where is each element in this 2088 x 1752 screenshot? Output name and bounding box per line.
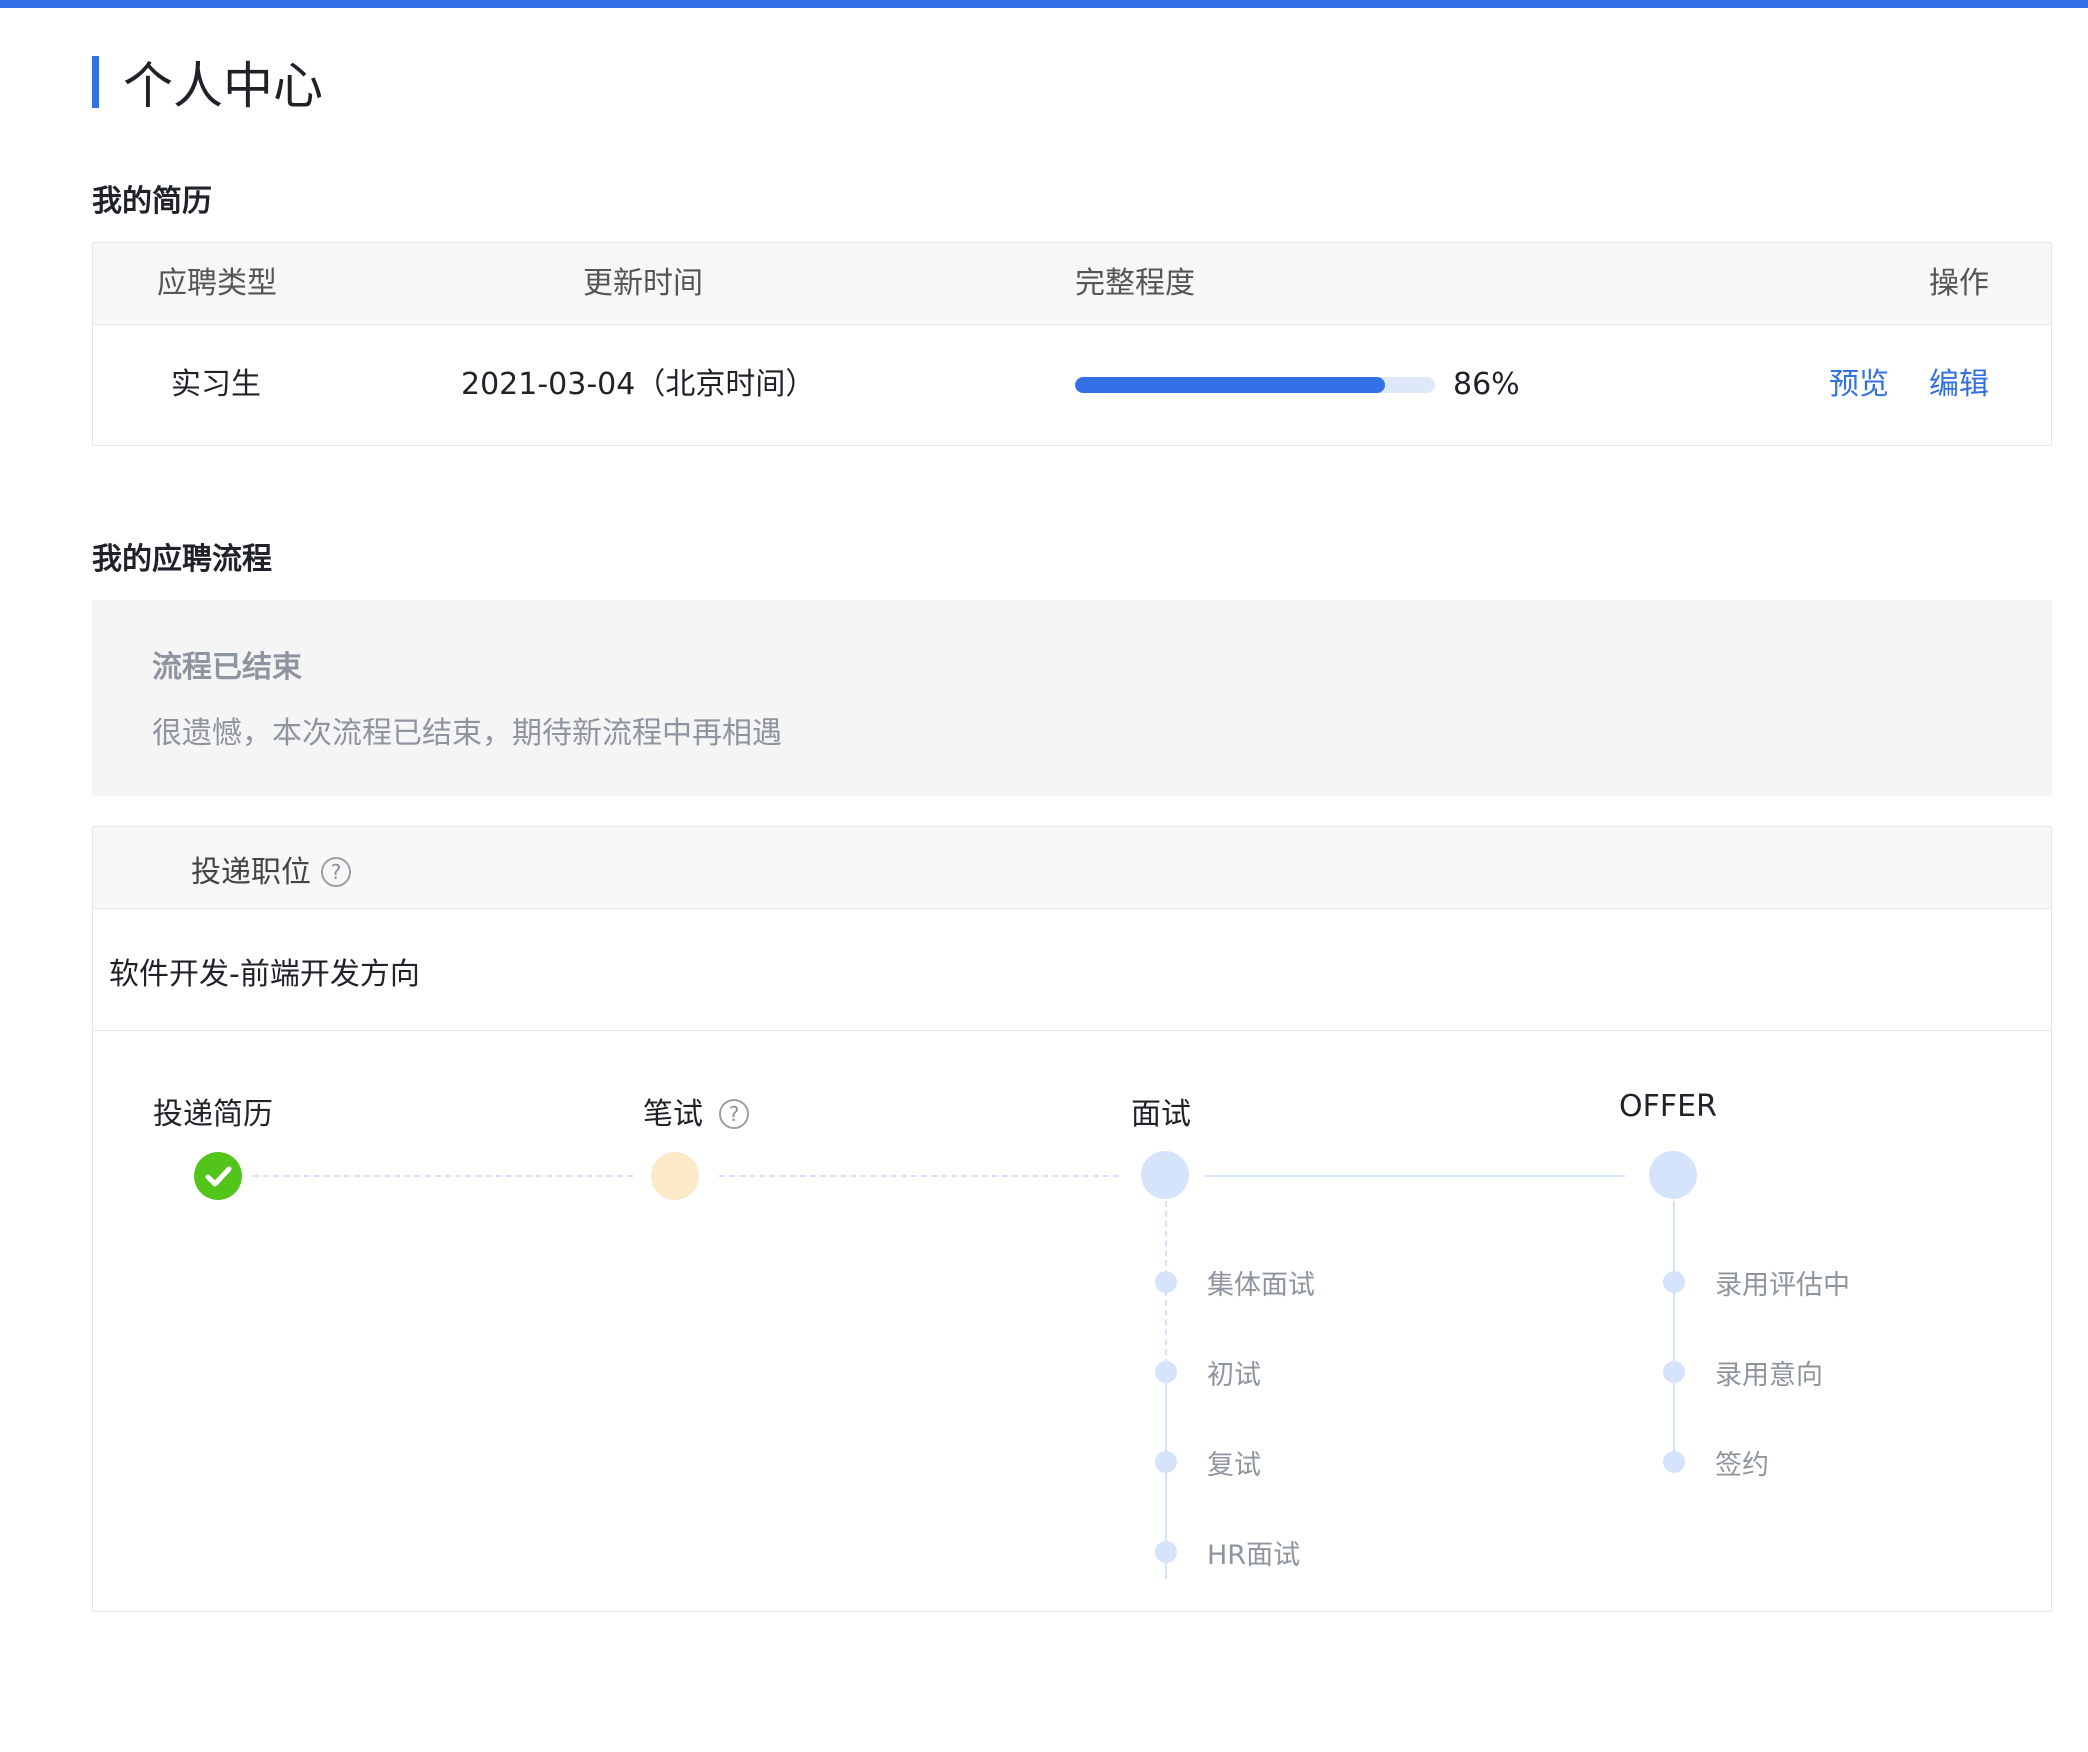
stage-submit-label: 投递简历 bbox=[153, 1089, 273, 1133]
stage-interview-text: 面试 bbox=[1131, 1097, 1191, 1132]
position-header: 投递职位 ? bbox=[191, 847, 351, 891]
page-title: 个人中心 bbox=[92, 50, 323, 115]
completeness-progress-fill bbox=[1075, 377, 1385, 393]
stage-exam-pending-node bbox=[651, 1152, 699, 1200]
interview-sub-label: 复试 bbox=[1207, 1450, 1261, 1481]
interview-sub-label: 集体面试 bbox=[1207, 1270, 1315, 1301]
help-icon[interactable]: ? bbox=[321, 857, 351, 887]
preview-link[interactable]: 预览 bbox=[1829, 365, 1889, 405]
offer-sub-dot bbox=[1663, 1361, 1685, 1383]
resume-section-title: 我的简历 bbox=[92, 184, 212, 219]
edit-link[interactable]: 编辑 bbox=[1929, 365, 1989, 405]
interview-sub-dot bbox=[1155, 1451, 1177, 1473]
top-accent-bar bbox=[0, 0, 2088, 8]
stage-submit-text: 投递简历 bbox=[153, 1097, 273, 1132]
connector-exam-interview bbox=[719, 1175, 1119, 1177]
connector-interview-offer bbox=[1205, 1175, 1625, 1177]
position-name: 软件开发-前端开发方向 bbox=[109, 957, 420, 992]
stage-interview-node bbox=[1141, 1151, 1189, 1199]
exam-help-icon[interactable]: ? bbox=[719, 1099, 749, 1129]
resume-type: 实习生 bbox=[171, 367, 261, 402]
resume-table-header: 应聘类型 更新时间 完整程度 操作 bbox=[93, 243, 2051, 325]
header-updated: 更新时间 bbox=[583, 265, 703, 301]
position-row: 软件开发-前端开发方向 bbox=[93, 909, 2051, 1031]
notice-title: 流程已结束 bbox=[152, 650, 302, 685]
page-title-text: 个人中心 bbox=[123, 57, 323, 115]
process-section-title: 我的应聘流程 bbox=[92, 542, 272, 577]
table-row: 实习生 2021-03-04（北京时间） 86% 预览 编辑 bbox=[93, 325, 2051, 445]
offer-sub-label: 录用意向 bbox=[1715, 1360, 1823, 1391]
process-ended-notice: 流程已结束 很遗憾，本次流程已结束，期待新流程中再相遇 bbox=[92, 600, 2052, 796]
interview-sub-label: HR面试 bbox=[1207, 1540, 1301, 1571]
notice-message: 很遗憾，本次流程已结束，期待新流程中再相遇 bbox=[152, 716, 782, 751]
check-icon bbox=[205, 1166, 232, 1187]
completeness-percent: 86% bbox=[1453, 367, 1520, 402]
title-accent-mark bbox=[92, 56, 99, 108]
stage-offer-node bbox=[1649, 1151, 1697, 1199]
position-header-label: 投递职位 bbox=[191, 855, 311, 890]
resume-table: 应聘类型 更新时间 完整程度 操作 实习生 2021-03-04（北京时间） 8… bbox=[92, 242, 2052, 446]
stage-submit-done-node bbox=[194, 1152, 242, 1200]
offer-sub-dot bbox=[1663, 1451, 1685, 1473]
header-completeness: 完整程度 bbox=[1075, 265, 1195, 301]
stage-offer-label: OFFER bbox=[1619, 1089, 1717, 1124]
offer-sub-connector bbox=[1673, 1201, 1675, 1457]
interview-sub-dot bbox=[1155, 1541, 1177, 1563]
header-actions: 操作 bbox=[1929, 265, 1989, 301]
offer-sub-label: 录用评估中 bbox=[1715, 1270, 1850, 1301]
application-card-header: 投递职位 ? bbox=[93, 827, 2051, 909]
offer-sub-label: 签约 bbox=[1715, 1450, 1769, 1481]
stage-offer-text: OFFER bbox=[1619, 1089, 1717, 1124]
header-type: 应聘类型 bbox=[157, 265, 277, 301]
offer-sub-dot bbox=[1663, 1271, 1685, 1293]
process-flow: 投递简历 笔试 ? 面试 OFFER 集体面试 初试 复试 HR面试 录用评估中… bbox=[93, 1031, 2051, 1611]
connector-submit-exam bbox=[253, 1175, 633, 1177]
resume-updated: 2021-03-04（北京时间） bbox=[461, 367, 816, 402]
interview-sub-dot bbox=[1155, 1271, 1177, 1293]
interview-sub-dot bbox=[1155, 1361, 1177, 1383]
completeness-progress-bar bbox=[1075, 377, 1435, 393]
stage-exam-text: 笔试 bbox=[643, 1097, 703, 1132]
stage-interview-label: 面试 bbox=[1131, 1089, 1191, 1133]
application-card: 投递职位 ? 软件开发-前端开发方向 投递简历 笔试 ? 面试 OFFER 集体… bbox=[92, 826, 2052, 1612]
interview-sub-label: 初试 bbox=[1207, 1360, 1261, 1391]
stage-exam-label: 笔试 ? bbox=[643, 1089, 749, 1133]
